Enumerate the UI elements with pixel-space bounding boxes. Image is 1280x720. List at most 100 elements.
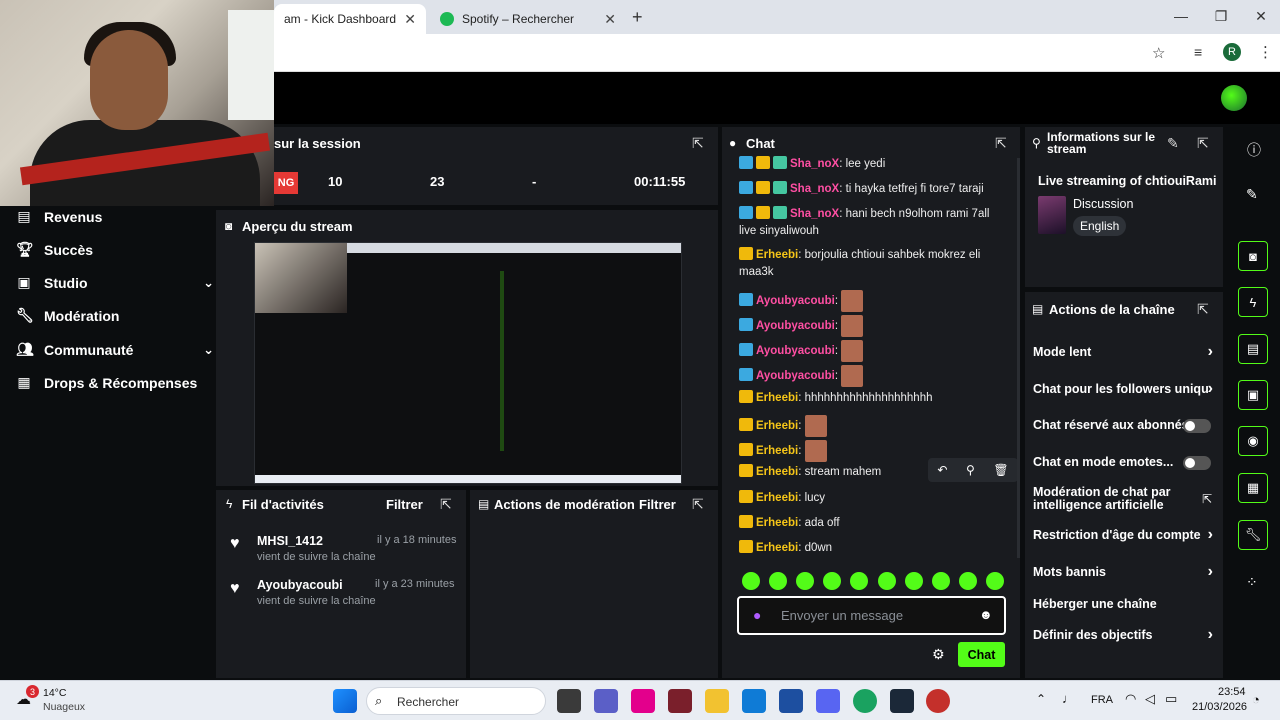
chat-message[interactable]: Ayoubyacoubi: <box>739 365 1009 387</box>
emote-icon[interactable] <box>958 572 977 590</box>
emote-icon[interactable] <box>931 572 950 590</box>
send-chat-button[interactable]: Chat <box>958 642 1005 667</box>
popout-icon[interactable]: ⇱ <box>692 496 704 513</box>
chat-input[interactable]: Envoyer un message <box>781 608 903 623</box>
chevron-up-icon[interactable]: ⌃ <box>1036 692 1046 706</box>
chat-scrollbar[interactable] <box>1017 158 1020 558</box>
emoji-icon[interactable]: ☻ <box>979 607 993 622</box>
edge-icon[interactable] <box>742 689 766 713</box>
teams-icon[interactable] <box>594 689 618 713</box>
chat-bubble-icon[interactable]: ▣ <box>1238 380 1268 410</box>
weather-temp[interactable]: 14°C <box>43 687 66 699</box>
list-icon[interactable]: ▦ <box>1238 473 1268 503</box>
sidebar-item-moderation[interactable]: 🔧︎ Modération <box>16 307 119 324</box>
action-set-goals[interactable]: Définir des objectifs › <box>1033 626 1217 643</box>
action-slow-mode[interactable]: Mode lent › <box>1033 343 1217 360</box>
popout-icon[interactable]: ⇱ <box>692 135 704 152</box>
external-link-icon[interactable]: ⇱ <box>1202 492 1212 506</box>
chat-message[interactable]: Ayoubyacoubi: <box>739 315 1009 337</box>
wifi-icon[interactable]: ◠ <box>1125 691 1136 707</box>
chat-message[interactable]: Sha_noX: lee yedi <box>739 156 1009 173</box>
action-followers-only[interactable]: Chat pour les followers uniqu › <box>1033 382 1217 396</box>
microphone-icon[interactable]: ♩ <box>1062 691 1075 706</box>
sidebar-item-revenus[interactable]: ▤ Revenus <box>16 208 102 225</box>
taskbar-search[interactable]: ⌕ Rechercher <box>366 687 546 715</box>
app-icon[interactable] <box>668 689 692 713</box>
maximize-icon[interactable]: ❐ <box>1206 8 1236 25</box>
chat-message[interactable]: Ayoubyacoubi: <box>739 340 1009 362</box>
wrench-icon[interactable]: 🔧︎ <box>1238 520 1268 550</box>
chat-message[interactable]: Erheebi: lucy <box>739 490 1009 507</box>
chat-input-wrapper[interactable]: ● Envoyer un message ☻ <box>737 596 1006 635</box>
bolt-icon[interactable]: ϟ <box>1238 287 1268 317</box>
task-view-icon[interactable] <box>557 689 581 713</box>
apps-icon[interactable]: ⁘ <box>1246 574 1258 591</box>
chat-message[interactable]: Erheebi: <box>739 415 1009 437</box>
emote-icon[interactable] <box>742 572 760 590</box>
minimize-icon[interactable]: — <box>1166 8 1196 24</box>
emote-icon[interactable] <box>985 572 1004 590</box>
notifications-icon[interactable]: ◔ <box>1252 692 1260 707</box>
chrome-icon[interactable] <box>853 689 877 713</box>
new-tab-icon[interactable]: + <box>632 7 643 28</box>
emote-icon[interactable] <box>877 572 896 590</box>
sidebar-item-studio[interactable]: ▣ Studio ⌄ <box>16 274 214 291</box>
action-subscribers-only[interactable]: Chat réservé aux abonnés <box>1033 418 1217 433</box>
star-icon[interactable]: ☆ <box>1152 44 1165 62</box>
volume-icon[interactable]: ◁ <box>1145 691 1155 707</box>
avatar[interactable] <box>1221 85 1247 111</box>
chat-message[interactable]: Sha_noX: ti hayka tetfrej fi tore7 taraj… <box>739 181 1009 198</box>
popout-icon[interactable]: ⇱ <box>1197 301 1209 318</box>
chat-message[interactable]: Erheebi: hhhhhhhhhhhhhhhhhhhh <box>739 390 1009 407</box>
emote-icon[interactable] <box>823 572 842 590</box>
sidebar-item-drops[interactable]: ▦ Drops & Récompenses <box>16 374 197 391</box>
chat-message[interactable]: Erheebi: borjoulia chtioui sahbek mokrez… <box>739 247 1009 281</box>
delete-icon[interactable]: 🗑︎ <box>993 463 1008 477</box>
chat-message[interactable]: Sha_noX: hani bech n9olhom rami 7all liv… <box>739 206 1009 240</box>
info-icon[interactable]: ⓘ <box>1247 140 1261 160</box>
menu-icon[interactable]: ⋮ <box>1258 43 1273 61</box>
emote-icon[interactable] <box>769 572 788 590</box>
activity-filter-button[interactable]: Filtrer <box>386 497 423 512</box>
emote-icon[interactable] <box>796 572 815 590</box>
camera-icon[interactable]: ◙ <box>1238 241 1268 271</box>
media-icon[interactable]: ≡ <box>1194 44 1202 60</box>
weather-desc[interactable]: Nuageux <box>43 701 85 713</box>
close-icon[interactable]: ✕ <box>404 11 416 28</box>
emote-icon[interactable] <box>904 572 923 590</box>
clock-time[interactable]: 23:54 <box>1218 686 1246 698</box>
window-close-icon[interactable]: ✕ <box>1246 8 1276 25</box>
tab-kick-dashboard[interactable]: am - Kick Dashboard ✕ <box>274 4 426 34</box>
clock-date[interactable]: 21/03/2026 <box>1192 701 1247 713</box>
steam-icon[interactable] <box>890 689 914 713</box>
stream-preview-video[interactable] <box>254 242 682 484</box>
folder-icon[interactable] <box>705 689 729 713</box>
edit-icon[interactable]: ✎ <box>1246 186 1258 203</box>
action-host-channel[interactable]: Héberger une chaîne <box>1033 597 1217 611</box>
windows-start-icon[interactable] <box>333 689 357 713</box>
popout-icon[interactable]: ⇱ <box>440 496 452 513</box>
broadcast-icon[interactable]: ◉ <box>1238 426 1268 456</box>
sidebar-item-communaute[interactable]: 👥︎ Communauté ⌄ <box>16 341 214 358</box>
edit-icon[interactable]: ✎ <box>1167 135 1179 152</box>
gear-icon[interactable]: ⚙ <box>932 646 945 663</box>
copilot-icon[interactable] <box>631 689 655 713</box>
action-ai-moderation[interactable]: Modération de chat par intelligence arti… <box>1033 486 1193 512</box>
close-icon[interactable]: ✕ <box>604 11 616 28</box>
app-icon[interactable] <box>926 689 950 713</box>
action-age-restriction[interactable]: Restriction d'âge du compte › <box>1033 526 1217 543</box>
action-banned-words[interactable]: Mots bannis › <box>1033 563 1217 580</box>
moderation-filter-button[interactable]: Filtrer <box>639 497 676 512</box>
tab-spotify[interactable]: Spotify – Rechercher ✕ <box>430 4 626 34</box>
discord-icon[interactable] <box>816 689 840 713</box>
document-icon[interactable]: ▤ <box>1238 334 1268 364</box>
profile-avatar[interactable]: R <box>1223 43 1241 61</box>
language-indicator[interactable]: FRA <box>1091 694 1113 706</box>
chat-message[interactable]: Erheebi: d0wn <box>739 540 1009 557</box>
battery-icon[interactable]: ▭ <box>1165 691 1177 707</box>
store-icon[interactable] <box>779 689 803 713</box>
chat-message[interactable]: Ayoubyacoubi: <box>739 290 1009 312</box>
chat-message[interactable]: Erheebi: ada off <box>739 515 1009 532</box>
pin-icon[interactable]: ⚲ <box>966 463 975 477</box>
popout-icon[interactable]: ⇱ <box>1197 135 1209 152</box>
